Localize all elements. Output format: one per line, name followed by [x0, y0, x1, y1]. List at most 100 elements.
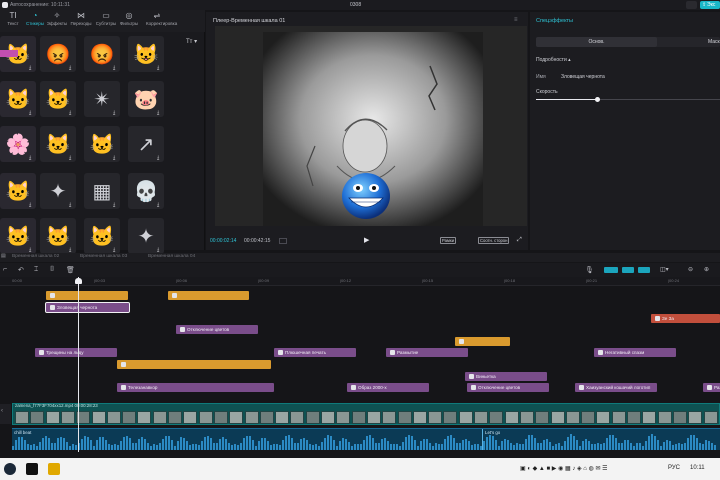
effect-clip[interactable]: [117, 360, 271, 369]
sticker-thumbnail[interactable]: ↗ ⤓: [128, 126, 164, 162]
steam-icon[interactable]: [4, 463, 16, 475]
effect-clip[interactable]: Зловещая чернота: [45, 302, 130, 313]
effect-clip[interactable]: Негативный спазм: [594, 348, 676, 357]
download-icon[interactable]: ⤓: [69, 156, 74, 161]
download-icon[interactable]: ⤓: [113, 203, 118, 208]
audio-track[interactable]: chill beat Let's go: [12, 428, 720, 450]
clock[interactable]: 10:11: [690, 465, 705, 471]
download-icon[interactable]: ⤓: [29, 203, 34, 208]
delete-icon[interactable]: 🗑: [66, 266, 75, 274]
effect-clip[interactable]: Разд: [703, 383, 720, 392]
download-icon[interactable]: ⤓: [69, 203, 74, 208]
playhead-handle[interactable]: [75, 278, 82, 284]
mic-icon[interactable]: 🎙: [585, 266, 594, 274]
toolbar-item[interactable]: ◎ Фильтры: [118, 11, 140, 31]
sticker-thumbnail[interactable]: 🐱 ⤓: [0, 81, 36, 117]
link-toggle[interactable]: [604, 267, 618, 273]
sticker-thumbnail[interactable]: 🐱 ⤓: [40, 218, 76, 254]
tab-basic[interactable]: Основ.: [536, 37, 657, 47]
sticker-thumbnail[interactable]: 🐱 ⤓: [40, 126, 76, 162]
effect-clip[interactable]: Образ 2000-х: [347, 383, 429, 392]
toolbar-item[interactable]: ◔ Стикеры: [24, 11, 46, 31]
tray-icons[interactable]: ▣ ◐ ◆ ▲ ■ ▶ ◉ ▦ ♪ ◈ ⌂ ◍ ✉ ☰: [520, 465, 608, 472]
toolbar-item[interactable]: ✧ Эффекты: [46, 11, 68, 31]
sticker-thumbnail[interactable]: ✦ ⤓: [128, 218, 164, 254]
sticker-thumbnail[interactable]: 😡 ⤓: [40, 36, 76, 72]
sticker-thumbnail[interactable]: 🐷 ⤓: [128, 81, 164, 117]
preview-toggle[interactable]: [638, 267, 650, 273]
sticker-thumbnail[interactable]: 😡 ⤓: [84, 36, 120, 72]
download-icon[interactable]: ⤓: [29, 156, 34, 161]
split-view-icon[interactable]: ◫▾: [660, 266, 669, 273]
sticker-thumbnail[interactable]: 😺 ⤓: [128, 36, 164, 72]
download-icon[interactable]: ⤓: [113, 156, 118, 161]
effect-clip[interactable]: Отключение цветов: [176, 325, 258, 334]
expand-icon[interactable]: ‹: [1, 408, 3, 414]
details-section[interactable]: Подробности ▴: [536, 57, 571, 63]
capcut-icon[interactable]: [26, 463, 38, 475]
zoom-out-icon[interactable]: ⊖: [688, 266, 693, 273]
toolbar-item[interactable]: ⇌ Корректировка: [146, 11, 177, 31]
sticker-thumbnail[interactable]: 🐱 ⤓: [84, 218, 120, 254]
effect-clip[interactable]: Хаизуанский кошачий логотип: [575, 383, 657, 392]
download-icon[interactable]: ⤓: [157, 66, 162, 71]
undo-icon[interactable]: ↶: [18, 266, 24, 274]
split-left-icon[interactable]: ⌷: [50, 266, 54, 274]
language-indicator[interactable]: РУС: [668, 465, 680, 471]
video-preview[interactable]: [215, 26, 527, 226]
explorer-icon[interactable]: [48, 463, 60, 475]
timeline-tab[interactable]: Временная шкала 02: [12, 254, 59, 259]
grid-icon[interactable]: [279, 238, 287, 244]
download-icon[interactable]: ⤓: [157, 111, 162, 116]
effect-clip[interactable]: [168, 291, 249, 300]
cursor-icon[interactable]: ⌐: [3, 266, 7, 273]
effect-clip[interactable]: Размытие: [386, 348, 468, 357]
aspect-ratio-button[interactable]: Соотн. сторон: [478, 237, 510, 244]
toolbar-item[interactable]: ⋈ Переходы: [70, 11, 92, 31]
download-icon[interactable]: ⤓: [157, 156, 162, 161]
download-icon[interactable]: ⤓: [69, 66, 74, 71]
effect-clip[interactable]: Виньетка: [465, 372, 547, 381]
sticker-thumbnail[interactable]: 🐱 ⤓: [40, 81, 76, 117]
tab-mask[interactable]: Маск: [708, 37, 720, 47]
play-button[interactable]: ▶: [364, 236, 369, 244]
effect-clip[interactable]: [455, 337, 510, 346]
sticker-thumbnail[interactable]: 🌸 ⤓: [0, 126, 36, 162]
sticker-thumbnail[interactable]: 🐱 ⤓: [84, 126, 120, 162]
download-icon[interactable]: ⤓: [157, 203, 162, 208]
snap-toggle[interactable]: [622, 267, 634, 273]
effect-clip[interactable]: Телезанавкор: [117, 383, 274, 392]
zoom-in-icon[interactable]: ⊕: [704, 266, 709, 273]
sticker-thumbnail[interactable]: 🐱 ⤓: [0, 173, 36, 209]
timeline-ruler[interactable]: 00:00 |00:03 |00:06 |00:09 |00:12 |00:15 |00:1…: [0, 277, 720, 286]
split-icon[interactable]: ⌶: [34, 266, 38, 274]
frames-button[interactable]: Рамки: [440, 237, 457, 244]
effect-clip[interactable]: Плюшечная печать: [274, 348, 356, 357]
toolbar-item[interactable]: TI Текст: [2, 11, 24, 31]
effect-clip[interactable]: Отключение цветов: [467, 383, 549, 392]
playhead-line[interactable]: [78, 277, 79, 452]
sticker-thumbnail-partial[interactable]: [0, 50, 18, 57]
layout-button[interactable]: [686, 1, 697, 9]
download-icon[interactable]: ⤓: [29, 66, 34, 71]
sticker-thumbnail[interactable]: 💀 ⤓: [128, 173, 164, 209]
sticker-thumbnail[interactable]: ✦ ⤓: [40, 173, 76, 209]
timeline-tab[interactable]: Временная шкала 03: [80, 254, 127, 259]
timeline-tab[interactable]: Временная шкала 04: [148, 254, 195, 259]
filter-icon[interactable]: Tт ▾: [186, 38, 197, 45]
sticker-thumbnail[interactable]: ✴ ⤓: [84, 81, 120, 117]
main-video-clip[interactable]: zamena_f77F3F704xx12.mp4 00:00:28:23: [12, 403, 720, 425]
sticker-thumbnail[interactable]: ▦ ⤓: [84, 173, 120, 209]
effect-clip[interactable]: Зе За: [651, 314, 720, 323]
download-icon[interactable]: ⤓: [113, 66, 118, 71]
effect-clip[interactable]: Трещины на льду: [35, 348, 117, 357]
download-icon[interactable]: ⤓: [69, 111, 74, 116]
fullscreen-icon[interactable]: ⤢: [517, 237, 522, 244]
player-menu-icon[interactable]: ≡: [514, 17, 518, 23]
download-icon[interactable]: ⤓: [29, 111, 34, 116]
download-icon[interactable]: ⤓: [113, 111, 118, 116]
speed-slider-handle[interactable]: [594, 97, 600, 102]
sticker-thumbnail[interactable]: 🐱 ⤓: [0, 218, 36, 254]
effect-clip[interactable]: [46, 291, 128, 300]
toolbar-item[interactable]: ▭ Субтитры: [95, 11, 117, 31]
